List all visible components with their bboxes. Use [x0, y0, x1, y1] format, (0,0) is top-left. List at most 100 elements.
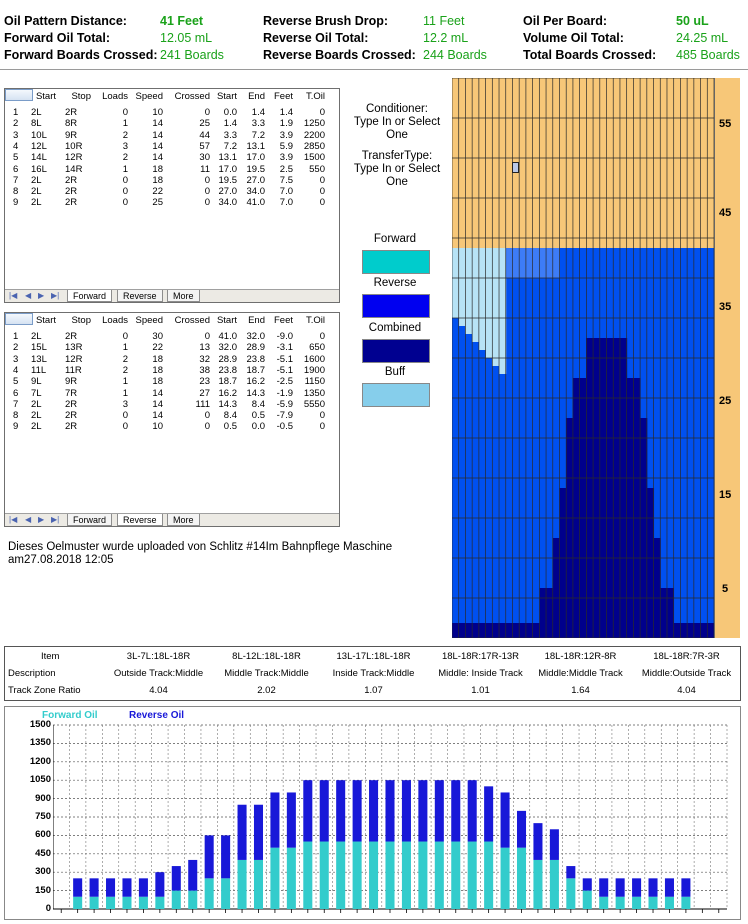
tab-reverse[interactable]: Reverse — [117, 514, 163, 526]
table-cell[interactable]: -9.0 — [277, 331, 293, 342]
table-cell[interactable]: -7.9 — [277, 410, 293, 421]
table-cell[interactable]: 2L — [31, 399, 42, 410]
table-cell[interactable]: 1500 — [304, 152, 325, 163]
table-cell[interactable]: 18 — [152, 365, 163, 376]
table-cell[interactable]: 2.5 — [280, 164, 293, 175]
table-cell[interactable]: 0 — [123, 421, 128, 432]
first-sheet-icon[interactable]: |◀ — [9, 515, 17, 524]
table-cell[interactable]: 5.9 — [280, 141, 293, 152]
table-cell[interactable]: 13 — [199, 342, 210, 353]
table-cell[interactable]: 9R — [65, 130, 77, 141]
table-cell[interactable]: 2R — [65, 410, 77, 421]
table-cell[interactable]: 2L — [31, 107, 42, 118]
table-cell[interactable]: 16.2 — [219, 388, 238, 399]
table-cell[interactable]: 7L — [31, 388, 42, 399]
table-cell[interactable]: 23.8 — [247, 354, 266, 365]
table-cell[interactable]: 10 — [152, 107, 163, 118]
table-cell[interactable]: 0 — [205, 186, 210, 197]
table-cell[interactable]: -5.9 — [277, 399, 293, 410]
table-cell[interactable]: 14 — [152, 388, 163, 399]
table-cell[interactable]: 14 — [152, 410, 163, 421]
table-cell[interactable]: 8.4 — [224, 410, 237, 421]
table-cell[interactable]: 0.5 — [224, 421, 237, 432]
next-sheet-icon[interactable]: ▶ — [38, 515, 44, 524]
table-cell[interactable]: 2R — [65, 197, 77, 208]
table-cell[interactable]: 44 — [199, 130, 210, 141]
table-cell[interactable]: 16L — [31, 164, 47, 175]
table-cell[interactable]: 1900 — [304, 365, 325, 376]
table-cell[interactable]: 3 — [123, 141, 128, 152]
table-cell[interactable]: 7R — [65, 388, 77, 399]
table-cell[interactable]: 1.9 — [280, 118, 293, 129]
table-cell[interactable]: 1.4 — [280, 107, 293, 118]
prev-sheet-icon[interactable]: ◀ — [25, 515, 31, 524]
last-sheet-icon[interactable]: ▶| — [51, 291, 59, 300]
table-cell[interactable]: 1 — [123, 342, 128, 353]
table-cell[interactable]: 12L — [31, 141, 47, 152]
table-cell[interactable]: 30 — [152, 331, 163, 342]
table-cell[interactable]: 2 — [123, 152, 128, 163]
table-cell[interactable]: 7.0 — [280, 186, 293, 197]
table-cell[interactable]: 10R — [65, 141, 82, 152]
table-cell[interactable]: 0.5 — [252, 410, 265, 421]
table-cell[interactable]: 14.3 — [219, 399, 238, 410]
lane-cursor-marker[interactable] — [512, 162, 519, 173]
table-cell[interactable]: 15L — [31, 342, 47, 353]
table-cell[interactable]: 12R — [65, 152, 82, 163]
table-cell[interactable]: 0 — [205, 421, 210, 432]
table-cell[interactable]: 14L — [31, 152, 47, 163]
table-cell[interactable]: 14 — [152, 399, 163, 410]
table-cell[interactable]: 18 — [152, 376, 163, 387]
table-cell[interactable]: 0.0 — [224, 107, 237, 118]
table-cell[interactable]: 0 — [123, 186, 128, 197]
table-cell[interactable]: 2L — [31, 186, 42, 197]
table-cell[interactable]: 1150 — [305, 376, 325, 387]
table-cell[interactable]: 0 — [205, 175, 210, 186]
table-cell[interactable]: 0 — [123, 410, 128, 421]
table-cell[interactable]: 10 — [152, 421, 163, 432]
table-cell[interactable]: 13R — [65, 342, 82, 353]
table-cell[interactable]: 0 — [205, 107, 210, 118]
table-cell[interactable]: 19.5 — [247, 164, 266, 175]
tab-reverse[interactable]: Reverse — [117, 290, 163, 302]
table-cell[interactable]: 18.7 — [219, 376, 238, 387]
table-cell[interactable]: -0.5 — [277, 421, 293, 432]
forward-table[interactable]: Start Stop Loads Speed Crossed Start End Feet T.… — [4, 88, 340, 303]
table-cell[interactable]: 0 — [123, 331, 128, 342]
table-cell[interactable]: 1600 — [304, 354, 325, 365]
table-cell[interactable]: 2R — [65, 421, 77, 432]
table-cell[interactable]: 14.3 — [247, 388, 266, 399]
table-cell[interactable]: 32.0 — [219, 342, 238, 353]
table-cell[interactable]: 3 — [123, 399, 128, 410]
table-cell[interactable]: 0 — [320, 197, 325, 208]
table-cell[interactable]: 2R — [65, 107, 77, 118]
table-cell[interactable]: 41.0 — [247, 197, 266, 208]
table-cell[interactable]: 0 — [320, 331, 325, 342]
table-cell[interactable]: 17.0 — [219, 164, 238, 175]
table-cell[interactable]: 38 — [199, 365, 210, 376]
table-cell[interactable]: 11L — [31, 365, 46, 376]
table-cell[interactable]: 1 — [123, 376, 128, 387]
table-cell[interactable]: 0 — [123, 197, 128, 208]
table-cell[interactable]: 0 — [320, 410, 325, 421]
table-cell[interactable]: 18 — [152, 175, 163, 186]
table-cell[interactable]: 1350 — [304, 388, 325, 399]
tab-more[interactable]: More — [167, 514, 200, 526]
table-cell[interactable]: 1.4 — [252, 107, 265, 118]
table-cell[interactable]: 1 — [123, 388, 128, 399]
table-cell[interactable]: 2L — [31, 175, 42, 186]
table-cell[interactable]: 34.0 — [219, 197, 238, 208]
table-cell[interactable]: 0 — [320, 107, 325, 118]
table-cell[interactable]: 9R — [65, 376, 77, 387]
table-cell[interactable]: 18.7 — [247, 365, 266, 376]
table-cell[interactable]: 2L — [31, 331, 42, 342]
first-sheet-icon[interactable]: |◀ — [9, 291, 17, 300]
table-cell[interactable]: 1 — [123, 164, 128, 175]
table-cell[interactable]: 22 — [152, 342, 163, 353]
tab-forward[interactable]: Forward — [67, 514, 113, 526]
table-cell[interactable]: 19.5 — [219, 175, 238, 186]
table-cell[interactable]: 14 — [152, 130, 163, 141]
table-cell[interactable]: 16.2 — [247, 376, 266, 387]
table-cell[interactable]: 1.4 — [224, 118, 237, 129]
table-cell[interactable]: 3.3 — [224, 130, 237, 141]
